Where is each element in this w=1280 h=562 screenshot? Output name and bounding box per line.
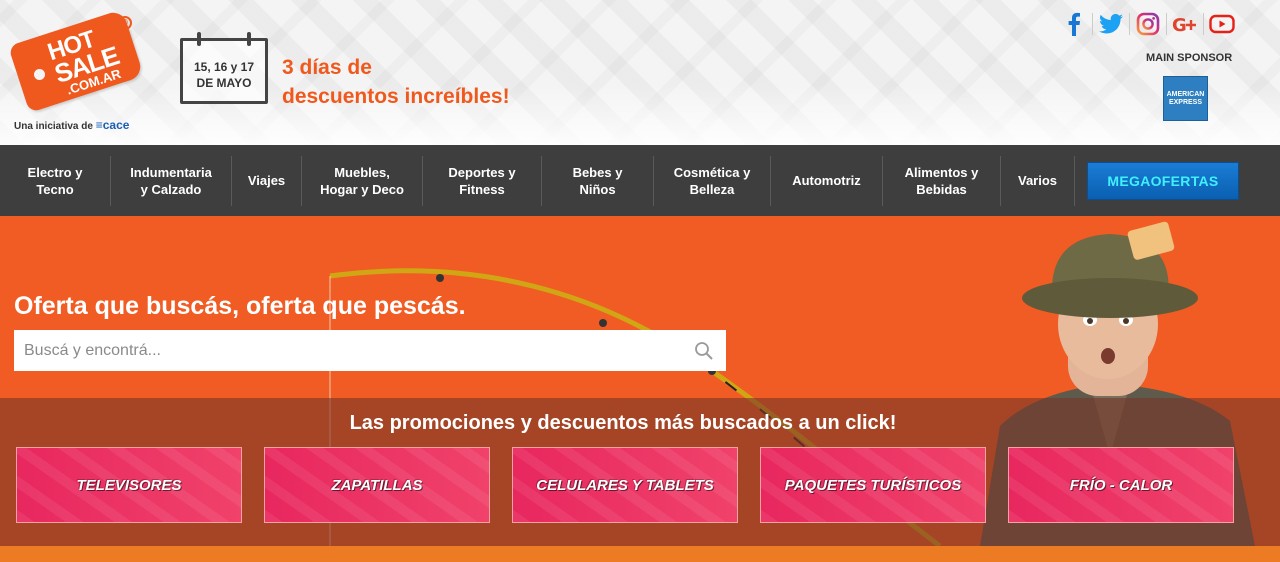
promo-celulares[interactable]: CELULARES Y TABLETS xyxy=(512,447,738,523)
promo-paquetes[interactable]: PAQUETES TURÍSTICOS xyxy=(760,447,986,523)
logo-tag-hole xyxy=(34,69,45,80)
nav-item-viajes[interactable]: Viajes xyxy=(232,155,302,206)
sponsor-label: MAIN SPONSOR xyxy=(1146,52,1233,64)
youtube-icon[interactable] xyxy=(1204,9,1240,39)
calendar-dates: 15, 16 y 17 DE MAYO xyxy=(183,59,265,91)
hero-banner: Oferta que buscás, oferta que pescás. Bu… xyxy=(0,216,1280,546)
event-calendar: 15, 16 y 17 DE MAYO xyxy=(180,32,268,104)
event-tagline: 3 días de descuentos increíbles! xyxy=(282,53,582,111)
hotsale-logo[interactable]: HOT SALE .COM.AR ® xyxy=(8,9,147,113)
search-bar[interactable]: Buscá y encontrá... xyxy=(14,330,726,371)
instagram-icon[interactable] xyxy=(1130,9,1166,39)
calendar-ring-right xyxy=(247,32,251,46)
promo-frio-calor[interactable]: FRÍO - CALOR xyxy=(1008,447,1234,523)
megaofertas-button[interactable]: MEGAOFERTAS xyxy=(1087,161,1239,200)
amex-line2: EXPRESS xyxy=(1168,98,1203,106)
nav-item-muebles[interactable]: Muebles, Hogar y Deco xyxy=(302,155,423,206)
promo-televisores[interactable]: TELEVISORES xyxy=(16,447,242,523)
nav-item-bebes[interactable]: Bebes y Niños xyxy=(542,155,654,206)
cace-logo: ≡cace xyxy=(95,118,130,132)
nav-item-electro[interactable]: Electro y Tecno xyxy=(0,155,111,206)
amex-line1: AMERICAN xyxy=(1166,90,1205,98)
amex-logo[interactable]: AMERICAN EXPRESS xyxy=(1163,76,1208,121)
initiative-credit[interactable]: Una iniciativa de ≡cace xyxy=(14,118,129,132)
svg-text:G: G xyxy=(1172,15,1187,34)
hero-title: Oferta que buscás, oferta que pescás. xyxy=(14,292,466,320)
promo-row: TELEVISORES ZAPATILLAS CELULARES Y TABLE… xyxy=(16,447,1234,523)
promo-title: Las promociones y descuentos más buscado… xyxy=(349,412,897,434)
tagline-line2: descuentos increíbles! xyxy=(282,85,510,108)
twitter-icon[interactable] xyxy=(1093,9,1129,39)
site-header: HOT SALE .COM.AR ® Una iniciativa de ≡ca… xyxy=(0,0,1280,145)
registered-mark: ® xyxy=(118,16,132,30)
tagline-line1: 3 días de xyxy=(282,56,372,79)
nav-item-deportes[interactable]: Deportes y Fitness xyxy=(423,155,542,206)
nav-item-alimentos[interactable]: Alimentos y Bebidas xyxy=(883,155,1001,206)
promo-zapatillas[interactable]: ZAPATILLAS xyxy=(264,447,490,523)
initiative-prefix: Una iniciativa de xyxy=(14,121,93,132)
search-input[interactable]: Buscá y encontrá... xyxy=(24,342,682,360)
calendar-days: 15, 16 y 17 xyxy=(193,60,255,74)
google-plus-icon[interactable]: G xyxy=(1167,9,1203,39)
nav-item-cosmetica[interactable]: Cosmética y Belleza xyxy=(654,155,771,206)
category-nav: Electro y Tecno Indumentaria y Calzado Via… xyxy=(0,145,1280,216)
nav-item-automotriz[interactable]: Automotriz xyxy=(771,155,883,206)
calendar-ring-left xyxy=(197,32,201,46)
nav-item-indumentaria[interactable]: Indumentaria y Calzado xyxy=(111,155,232,206)
facebook-icon[interactable] xyxy=(1056,9,1092,39)
social-links: G xyxy=(1056,8,1240,40)
nav-item-varios[interactable]: Varios xyxy=(1001,155,1075,206)
promo-section: Las promociones y descuentos más buscado… xyxy=(0,398,1280,546)
search-icon[interactable] xyxy=(682,330,726,371)
calendar-month: DE MAYO xyxy=(196,76,252,90)
footer-strip xyxy=(0,546,1280,562)
